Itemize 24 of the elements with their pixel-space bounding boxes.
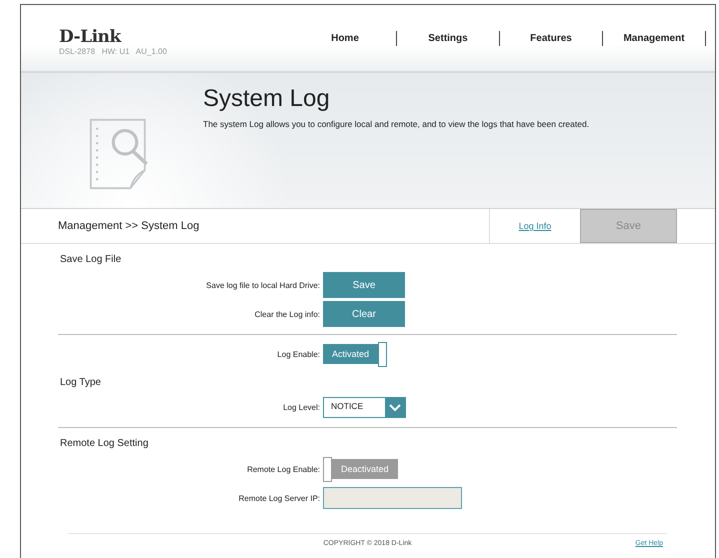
field-label: Clear the Log info:: [254, 310, 321, 318]
input-field[interactable]: [323, 487, 462, 509]
page-title: System Log: [203, 85, 331, 113]
action-button[interactable]: Save: [323, 272, 405, 298]
section-heading: Remote Log Setting: [60, 438, 150, 449]
nav-link[interactable]: Settings: [397, 30, 500, 46]
log-info-link[interactable]: Log Info: [518, 221, 552, 231]
nav-link[interactable]: Home: [294, 30, 397, 46]
section-heading: Log Type: [60, 377, 102, 388]
nav-link[interactable]: Management: [603, 30, 706, 46]
field-label: Remote Log Server IP:: [238, 494, 321, 502]
chevron-down-icon: [389, 404, 401, 412]
field-label: Log Enable:: [276, 350, 321, 358]
action-button[interactable]: Clear: [323, 301, 405, 327]
logo: D-Link: [59, 26, 122, 46]
field-label: Log Level:: [282, 403, 321, 412]
section-heading: Save Log File: [60, 254, 122, 265]
nav-link[interactable]: Features: [500, 30, 603, 46]
page-description: The system Log allows you to configure local and remote, and to view the logs that have been created.: [203, 119, 590, 129]
log-level-dropdown[interactable]: NOTICE: [323, 397, 406, 418]
field-label: Save log file to local Hard Drive:: [205, 280, 321, 290]
field-label: Remote Log Enable:: [246, 464, 321, 474]
model-info: DSL-2878 HW: U1 AU_1.00: [59, 46, 168, 56]
breadcrumb: Management >> System Log: [58, 220, 200, 232]
